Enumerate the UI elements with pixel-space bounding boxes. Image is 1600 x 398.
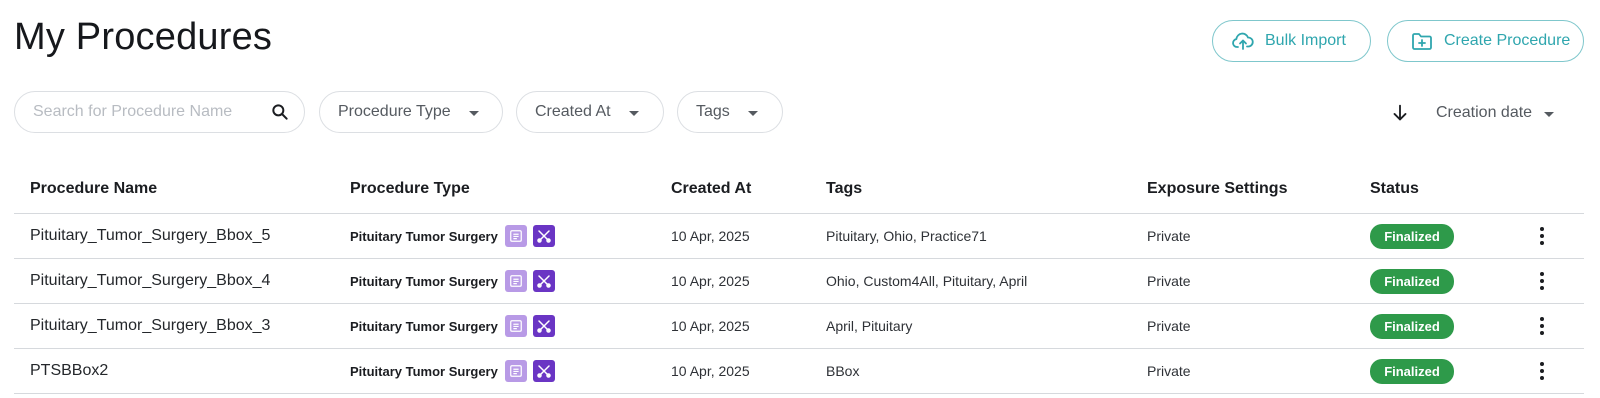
document-icon [504, 225, 527, 247]
created-at-filter[interactable]: Created At [516, 91, 664, 133]
header-status[interactable]: Status [1370, 180, 1419, 198]
exposure-setting: Private [1147, 363, 1191, 379]
more-vertical-icon [1540, 317, 1544, 335]
procedure-type-label: Pituitary Tumor Surgery [350, 318, 498, 334]
create-procedure-button[interactable]: Create Procedure [1387, 20, 1584, 62]
more-vertical-icon [1540, 272, 1544, 290]
header-procedure-name[interactable]: Procedure Name [30, 180, 157, 198]
status-badge: Finalized [1370, 358, 1454, 384]
more-vertical-icon [1540, 362, 1544, 380]
created-at: 10 Apr, 2025 [671, 363, 750, 379]
procedure-type-label: Pituitary Tumor Surgery [350, 273, 498, 289]
header-procedure-type[interactable]: Procedure Type [350, 180, 470, 198]
status-badge: Finalized [1370, 223, 1454, 249]
header-exposure-settings[interactable]: Exposure Settings [1147, 180, 1287, 198]
row-menu-button[interactable] [1532, 259, 1552, 303]
tags: Ohio, Custom4All, Pituitary, April [826, 273, 1028, 289]
sort-label: Creation date [1436, 104, 1533, 121]
procedure-name[interactable]: PTSBBox2 [30, 349, 108, 393]
scissors-icon [532, 225, 555, 247]
scissors-icon [532, 270, 555, 292]
cloud-upload-icon [1231, 29, 1255, 53]
status-cell: Finalized [1370, 214, 1454, 258]
create-procedure-label: Create Procedure [1444, 32, 1571, 49]
status-badge: Finalized [1370, 268, 1454, 294]
more-vertical-icon [1540, 227, 1544, 245]
search-icon[interactable] [270, 102, 290, 122]
header-created-at[interactable]: Created At [671, 180, 751, 198]
table-row[interactable]: PTSBBox2 Pituitary Tumor Surgery 10 Apr,… [14, 349, 1584, 394]
tags: BBox [826, 363, 860, 379]
table-row[interactable]: Pituitary_Tumor_Surgery_Bbox_4 Pituitary… [14, 259, 1584, 304]
caret-down-icon [628, 110, 639, 116]
status-cell: Finalized [1370, 259, 1454, 303]
procedure-name[interactable]: Pituitary_Tumor_Surgery_Bbox_3 [30, 304, 270, 348]
document-icon [504, 360, 527, 382]
caret-down-icon [468, 110, 479, 116]
created-at-filter-label: Created At [535, 103, 611, 120]
procedure-type: Pituitary Tumor Surgery [350, 259, 555, 303]
table-header: Procedure Name Procedure Type Created At… [14, 164, 1584, 214]
status-cell: Finalized [1370, 304, 1454, 348]
tags: Pituitary, Ohio, Practice71 [826, 228, 987, 244]
table-row[interactable]: Pituitary_Tumor_Surgery_Bbox_3 Pituitary… [14, 304, 1584, 349]
header-tags[interactable]: Tags [826, 180, 862, 198]
created-at: 10 Apr, 2025 [671, 273, 750, 289]
folder-add-icon [1410, 29, 1434, 53]
search-box [14, 91, 305, 133]
procedure-type-filter-label: Procedure Type [338, 103, 451, 120]
exposure-setting: Private [1147, 318, 1191, 334]
procedure-type-label: Pituitary Tumor Surgery [350, 228, 498, 244]
scissors-icon [532, 360, 555, 382]
bulk-import-label: Bulk Import [1265, 32, 1346, 49]
procedure-type-filter[interactable]: Procedure Type [319, 91, 503, 133]
procedure-type: Pituitary Tumor Surgery [350, 214, 555, 258]
table-row[interactable]: Pituitary_Tumor_Surgery_Bbox_5 Pituitary… [14, 214, 1584, 259]
created-at: 10 Apr, 2025 [671, 228, 750, 244]
row-menu-button[interactable] [1532, 304, 1552, 348]
status-cell: Finalized [1370, 349, 1454, 393]
document-icon [504, 315, 527, 337]
procedure-type-label: Pituitary Tumor Surgery [350, 363, 498, 379]
row-menu-button[interactable] [1532, 214, 1552, 258]
procedures-table: Procedure Name Procedure Type Created At… [14, 164, 1584, 394]
status-badge: Finalized [1370, 313, 1454, 339]
procedure-name[interactable]: Pituitary_Tumor_Surgery_Bbox_5 [30, 214, 270, 258]
bulk-import-button[interactable]: Bulk Import [1212, 20, 1371, 62]
page-title: My Procedures [14, 16, 273, 58]
tags: April, Pituitary [826, 318, 913, 334]
procedure-name[interactable]: Pituitary_Tumor_Surgery_Bbox_4 [30, 259, 270, 303]
search-input[interactable] [33, 103, 270, 121]
procedure-type: Pituitary Tumor Surgery [350, 349, 555, 393]
table-body: Pituitary_Tumor_Surgery_Bbox_5 Pituitary… [14, 214, 1584, 394]
scissors-icon [532, 315, 555, 337]
row-menu-button[interactable] [1532, 349, 1552, 393]
caret-down-icon [747, 110, 758, 116]
document-icon [504, 270, 527, 292]
caret-down-icon [1544, 111, 1555, 117]
exposure-setting: Private [1147, 228, 1191, 244]
created-at: 10 Apr, 2025 [671, 318, 750, 334]
tags-filter-label: Tags [696, 103, 730, 120]
procedure-type: Pituitary Tumor Surgery [350, 304, 555, 348]
arrow-down-icon[interactable] [1389, 102, 1411, 124]
exposure-setting: Private [1147, 273, 1191, 289]
tags-filter[interactable]: Tags [677, 91, 783, 133]
sort-select[interactable]: Creation date [1436, 101, 1555, 125]
